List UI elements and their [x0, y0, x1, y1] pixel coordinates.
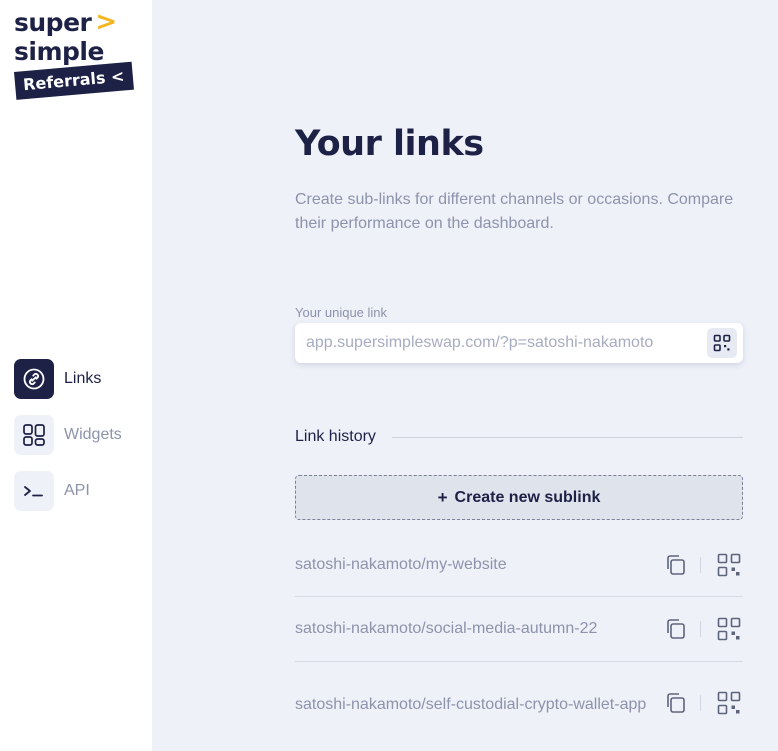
unique-link-input[interactable] — [306, 334, 707, 352]
copy-button[interactable] — [662, 615, 690, 643]
link-history-list: satoshi-nakamoto/my-website satoshi-naka… — [295, 534, 743, 744]
sublink-name: satoshi-nakamoto/self-custodial-crypto-w… — [295, 696, 647, 713]
qr-code-icon — [717, 617, 741, 641]
list-item: satoshi-nakamoto/social-media-autumn-22 — [295, 597, 743, 662]
unique-link-field — [295, 323, 743, 363]
widgets-icon — [14, 415, 54, 455]
page-subtitle: Create sub-links for different channels … — [295, 191, 734, 232]
action-divider — [700, 695, 701, 711]
row-actions — [659, 615, 743, 643]
sublink-name: satoshi-nakamoto/social-media-autumn-22 — [295, 620, 598, 637]
plus-icon: + — [437, 487, 448, 507]
row-actions — [659, 689, 743, 717]
logo-word-simple: simple — [14, 37, 104, 66]
action-divider — [700, 557, 701, 573]
qr-code-icon — [717, 691, 741, 715]
unique-link-qr-button[interactable] — [707, 328, 737, 358]
sidebar-item-widgets[interactable]: Widgets — [14, 415, 122, 455]
qr-code-button[interactable] — [715, 551, 743, 579]
link-history-divider — [391, 436, 743, 438]
qr-code-icon — [717, 553, 741, 577]
sidebar-item-links[interactable]: Links — [14, 359, 122, 399]
copy-icon — [667, 619, 685, 639]
copy-button[interactable] — [662, 551, 690, 579]
create-sublink-label: Create new sublink — [454, 488, 601, 506]
copy-button[interactable] — [662, 689, 690, 717]
sublink-name: satoshi-nakamoto/my-website — [295, 556, 507, 573]
copy-icon — [667, 693, 685, 713]
list-item: satoshi-nakamoto/self-custodial-crypto-w… — [295, 662, 743, 744]
sidebar-item-label: API — [64, 482, 90, 499]
action-divider — [700, 621, 701, 637]
qr-code-button[interactable] — [715, 689, 743, 717]
qr-code-button[interactable] — [715, 615, 743, 643]
unique-link-label: Your unique link — [295, 305, 388, 320]
logo-chevron-icon: > — [95, 7, 117, 37]
terminal-icon — [14, 471, 54, 511]
sidebar-item-label: Links — [64, 370, 102, 387]
sidebar-item-label: Widgets — [64, 426, 122, 443]
sidebar: super > simple Referrals < Links Widgets… — [0, 0, 152, 751]
create-sublink-button[interactable]: + Create new sublink — [295, 475, 743, 520]
logo-word-super: super — [14, 8, 92, 37]
sidebar-nav: Links Widgets API — [14, 359, 122, 527]
copy-icon — [667, 555, 685, 575]
list-item: satoshi-nakamoto/my-website — [295, 534, 743, 597]
logo-line-1: super > — [14, 7, 134, 38]
sidebar-item-api[interactable]: API — [14, 471, 122, 511]
row-actions — [659, 551, 743, 579]
link-icon — [14, 359, 54, 399]
logo-tag-referrals: Referrals < — [14, 61, 134, 100]
qr-code-icon — [713, 334, 731, 352]
brand-logo[interactable]: super > simple Referrals < — [14, 8, 134, 108]
link-history-header: Link history — [295, 428, 743, 446]
link-history-title: Link history — [295, 428, 376, 445]
page-title: Your links — [295, 124, 484, 164]
